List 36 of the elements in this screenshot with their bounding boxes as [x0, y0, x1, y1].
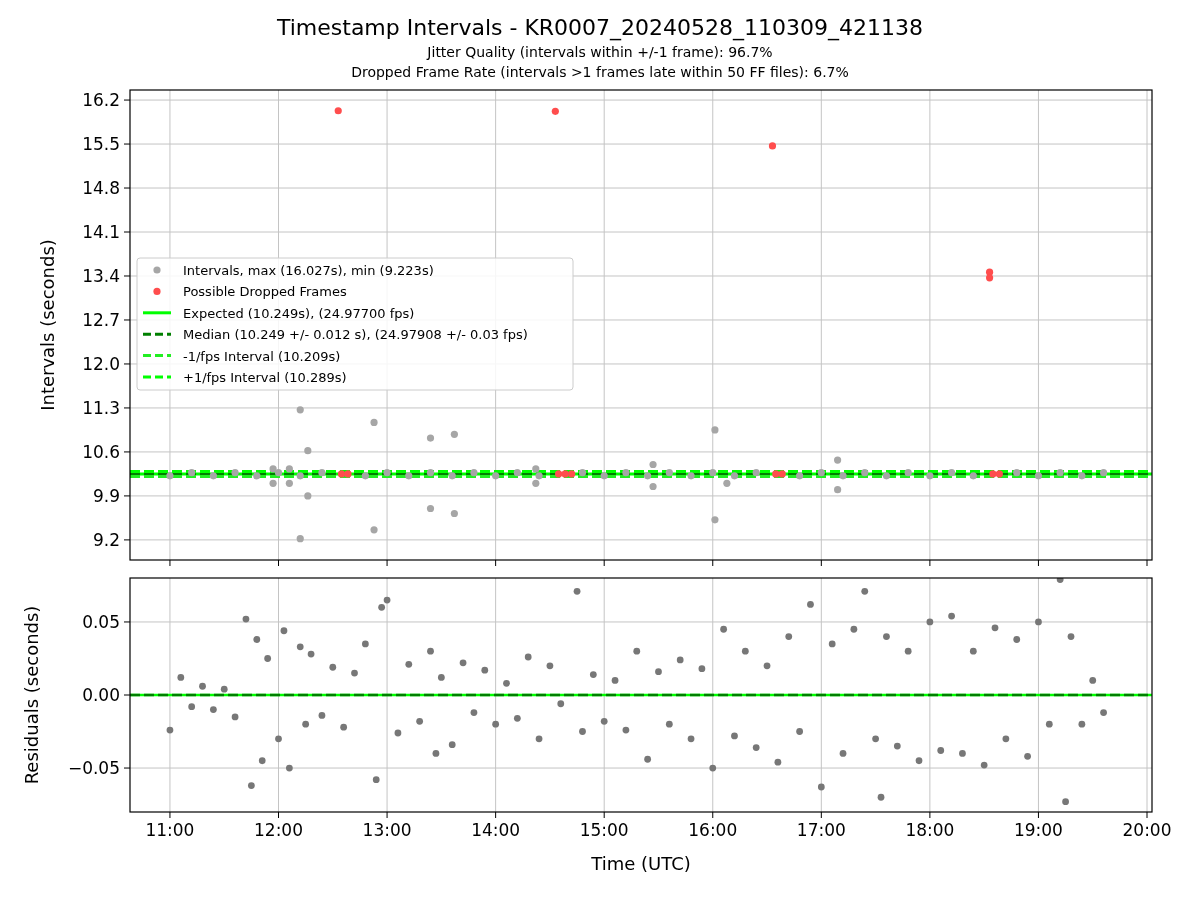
chart-subtitle: Jitter Quality (intervals within +/-1 frame): 96.7% — [427, 43, 773, 62]
tick-label: −0.05 — [67, 758, 120, 779]
legend-label: Median (10.249 +/- 0.012 s), (24.97908 +/- 0.03 fps) — [183, 327, 528, 343]
tick-label: 19:00 — [1013, 820, 1063, 840]
chart-subtitle: Dropped Frame Rate (intervals >1 frames late within 50 FF files): 6.7% — [351, 63, 849, 82]
tick-label: 12.7 — [82, 309, 120, 330]
tick-label: 16.2 — [82, 90, 120, 111]
tick-label: 14.1 — [82, 222, 120, 242]
tick-label: 16:00 — [688, 820, 738, 840]
tick-label: 15:00 — [579, 820, 629, 840]
tick-label: 17:00 — [796, 820, 846, 840]
tick-label: 11:00 — [145, 820, 195, 840]
tick-label: 15.5 — [82, 134, 120, 155]
legend-label: Expected (10.249s), (24.97700 fps) — [183, 305, 415, 321]
tick-label: 13:00 — [362, 820, 412, 840]
chart-title: Timestamp Intervals - KR0007_20240528_110309_421138 — [276, 14, 924, 42]
tick-label: 12.0 — [82, 353, 120, 374]
tick-label: 14:00 — [471, 820, 521, 840]
axis-title: Intervals (seconds) — [37, 239, 58, 411]
legend-label: -1/fps Interval (10.209s) — [183, 348, 341, 364]
tick-label: 9.2 — [92, 529, 120, 550]
tick-label: 14.8 — [82, 178, 120, 198]
tick-label: 12:00 — [254, 820, 303, 840]
tick-label: 9.9 — [92, 485, 120, 506]
tick-label: 11.3 — [82, 397, 120, 418]
tick-label: 0.05 — [82, 611, 120, 632]
legend-label: Intervals, max (16.027s), min (9.223s) — [183, 263, 434, 278]
legend-label: +1/fps Interval (10.289s) — [183, 370, 347, 385]
legend-label: Possible Dropped Frames — [183, 284, 347, 300]
tick-label: 10.6 — [82, 441, 120, 462]
axis-title: Residuals (seconds) — [21, 605, 42, 785]
tick-label: 20:00 — [1122, 820, 1172, 840]
axis-title: Time (UTC) — [591, 853, 691, 874]
tick-label: 13.4 — [82, 266, 120, 286]
tick-label: 0.00 — [82, 685, 120, 705]
tick-label: 18:00 — [905, 820, 955, 840]
